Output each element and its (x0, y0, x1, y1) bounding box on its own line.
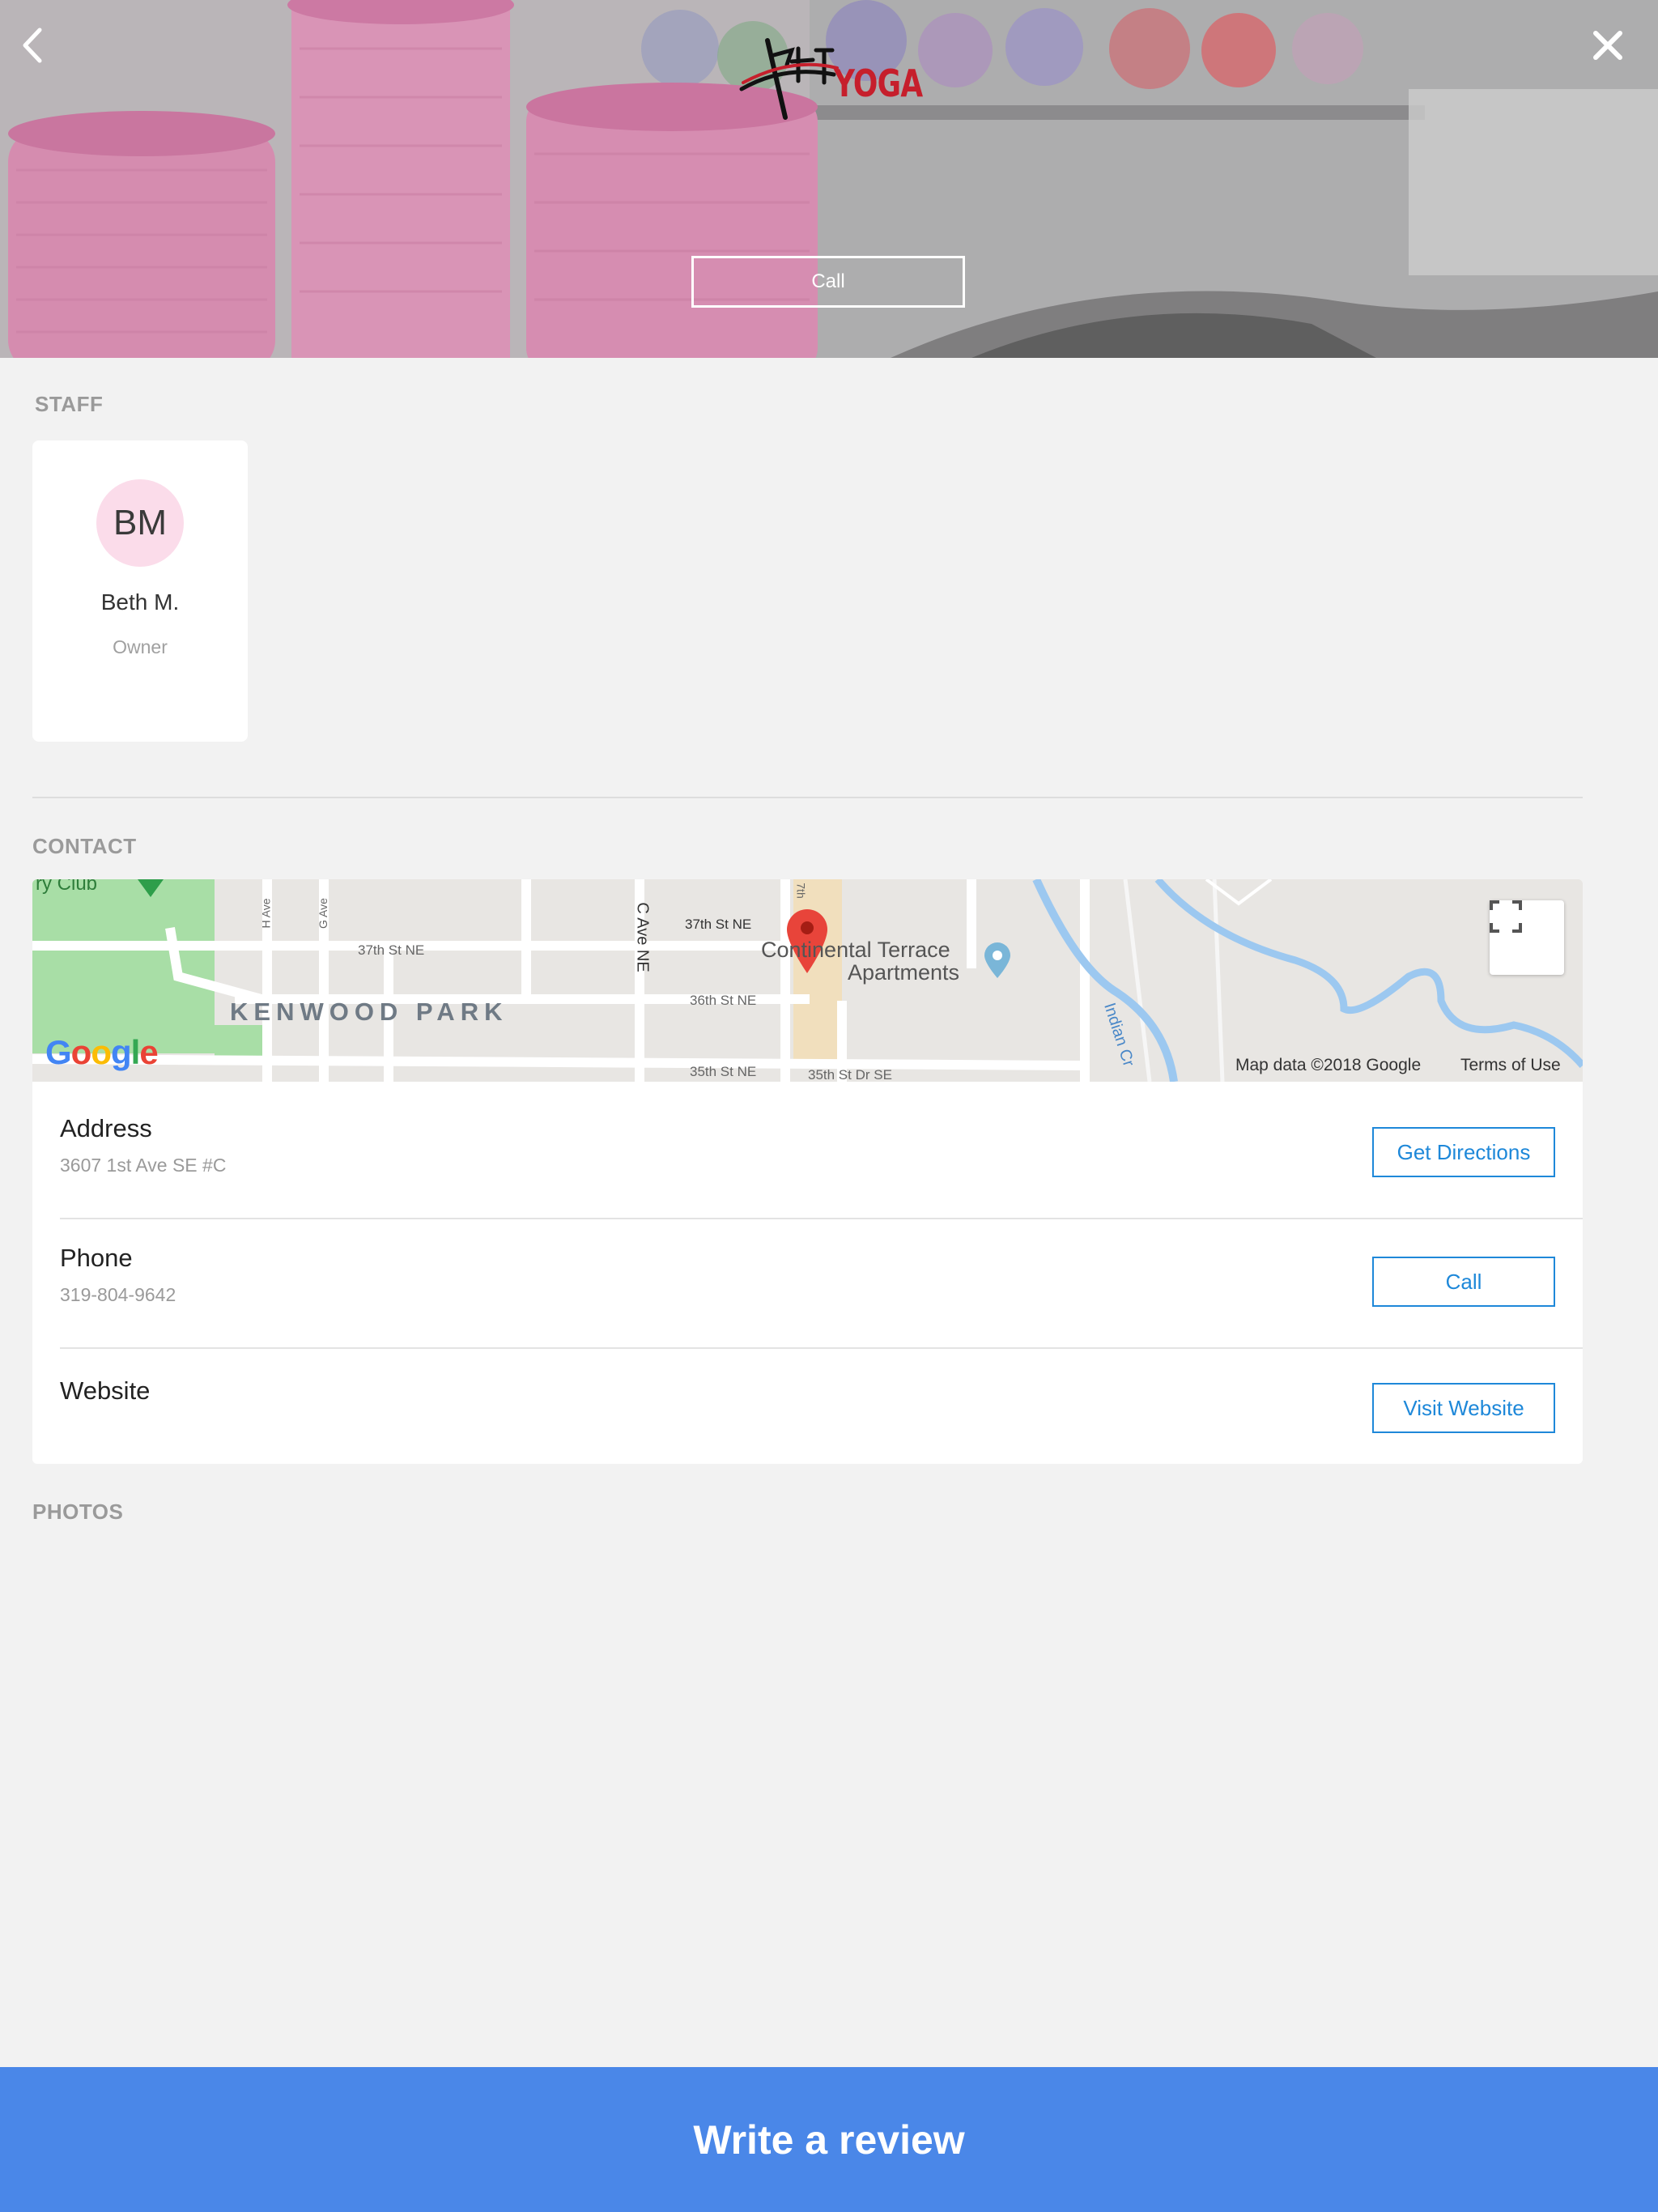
hero-banner: YOGA Call (0, 0, 1658, 358)
staff-role: Owner (113, 636, 168, 657)
staff-section-label: STAFF (35, 392, 104, 416)
map-data-attribution: Map data ©2018 Google (1235, 1056, 1422, 1074)
staff-card[interactable]: BM Beth M. Owner (32, 440, 248, 742)
business-logo: YOGA (735, 32, 926, 121)
close-button[interactable] (1585, 23, 1630, 68)
phone-row: Phone 319-804-9642 Call (32, 1211, 1583, 1341)
contact-section-label: CONTACT (32, 834, 137, 858)
map-terms-link[interactable]: Terms of Use (1460, 1056, 1561, 1075)
close-icon (1593, 31, 1622, 60)
call-button[interactable]: Call (1372, 1257, 1555, 1307)
map-label-poi-line2: Apartments (848, 960, 960, 985)
website-title: Website (60, 1376, 151, 1405)
get-directions-button[interactable]: Get Directions (1372, 1127, 1555, 1177)
staff-name: Beth M. (100, 589, 180, 615)
address-row: Address 3607 1st Ave SE #C Get Direction… (32, 1082, 1583, 1211)
phone-title: Phone (60, 1244, 133, 1272)
write-review-label: Write a review (693, 2116, 965, 2163)
map-label-h-ave: H Ave (259, 898, 273, 929)
map-label-g-ave: G Ave (316, 898, 329, 929)
logo-text: YOGA (834, 62, 923, 105)
phone-value: 319-804-9642 (60, 1284, 176, 1305)
heat-yoga-logo-mark (739, 38, 839, 120)
address-title: Address (60, 1114, 152, 1142)
avatar: BM (96, 479, 184, 567)
google-logo: Google (45, 1033, 159, 1071)
website-row: Website Visit Website (32, 1341, 1583, 1464)
chevron-left-icon (23, 28, 42, 63)
location-map[interactable]: ry Club H Ave G Ave 37th St NE 37th St N… (32, 879, 1583, 1082)
map-label-35th-st: 35th St NE (690, 1064, 757, 1079)
address-value: 3607 1st Ave SE #C (60, 1155, 227, 1176)
photos-section-label: PHOTOS (32, 1499, 124, 1524)
map-fullscreen-button[interactable] (1490, 900, 1564, 975)
write-review-button[interactable]: Write a review (0, 2067, 1658, 2212)
map-label-c-ave: C Ave NE (633, 902, 652, 972)
fullscreen-icon (1490, 900, 1522, 933)
map-label-kenwood-park: KENWOOD PARK (230, 998, 508, 1026)
map-label-35th-st-dr: 35th St Dr SE (808, 1067, 892, 1082)
contact-card: ry Club H Ave G Ave 37th St NE 37th St N… (32, 879, 1583, 1464)
back-button[interactable] (15, 23, 50, 68)
section-divider (32, 797, 1583, 798)
visit-website-button[interactable]: Visit Website (1372, 1383, 1555, 1433)
map-label-37th-st-a: 37th St NE (358, 942, 425, 958)
map-label-poi-line1: Continental Terrace (761, 938, 950, 962)
map-label-37th-st-b: 37th St NE (685, 917, 752, 932)
map-label-7th: 7th (794, 883, 808, 899)
map-label-club: ry Club (36, 879, 98, 895)
map-label-36th-st: 36th St NE (690, 993, 757, 1008)
hero-call-button[interactable]: Call (691, 256, 965, 308)
